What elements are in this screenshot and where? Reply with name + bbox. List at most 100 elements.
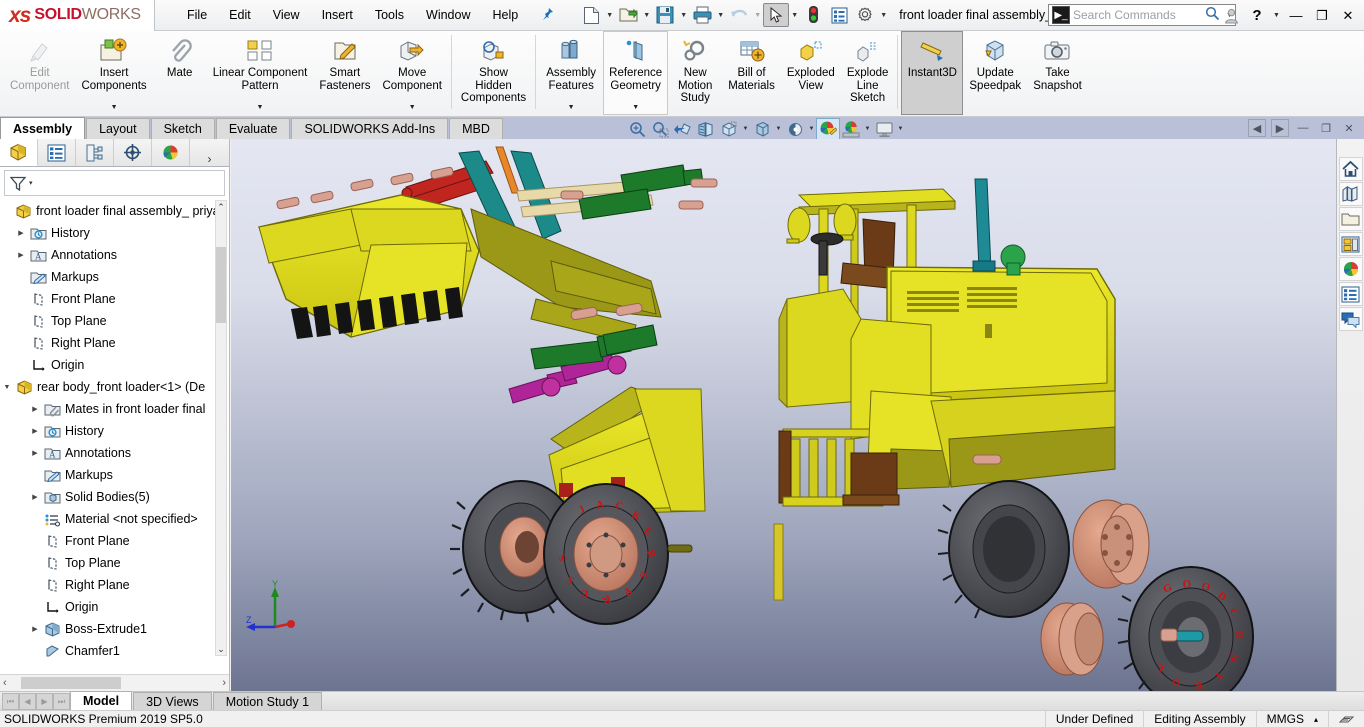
assembly-features-dropdown-icon[interactable]: ▼ (568, 104, 575, 114)
ribbon-instant3d[interactable]: Instant3D (901, 31, 963, 115)
previous-view-icon[interactable] (672, 119, 694, 139)
help-button[interactable]: ? (1245, 3, 1269, 29)
tree-node-origin-2[interactable]: Origin (0, 596, 229, 618)
display-style-caret-icon[interactable]: ▼ (774, 119, 783, 139)
undo-arrow-icon[interactable] (726, 3, 752, 27)
ribbon-bill-of-materials[interactable]: Bill of Materials (722, 31, 781, 115)
restore-button[interactable]: ❐ (1310, 3, 1334, 29)
tree-node-markups[interactable]: Markups (0, 266, 229, 288)
tree-expander[interactable]: ▶ (28, 625, 42, 633)
bottom-tab-motion-study[interactable]: Motion Study 1 (213, 692, 322, 710)
ribbon-smart-fasteners[interactable]: Smart Fasteners (313, 31, 376, 115)
tree-hscroll-left-icon[interactable]: ‹ (3, 677, 7, 689)
grip-icon[interactable] (1328, 711, 1364, 727)
ribbon-exploded-view[interactable]: Exploded View (781, 31, 841, 115)
options-caret-icon[interactable]: ▼ (878, 3, 889, 27)
tree-expander[interactable]: ▶ (14, 251, 28, 259)
ribbon-show-hidden-components[interactable]: Show Hidden Components (455, 31, 532, 115)
tab-layout[interactable]: Layout (86, 118, 150, 139)
feature-tree-icon[interactable] (0, 139, 38, 166)
section-view-icon[interactable] (695, 119, 717, 139)
library-icon[interactable] (1339, 182, 1363, 206)
tree-expander[interactable]: ▶ (28, 405, 42, 413)
tree-expander[interactable]: ▶ (28, 427, 42, 435)
tree-node-front-plane-2[interactable]: Front Plane (0, 530, 229, 552)
property-manager-icon[interactable] (38, 139, 76, 166)
display-manager-icon[interactable] (152, 139, 190, 166)
cursor-arrow-icon[interactable] (763, 3, 789, 27)
properties-list-icon[interactable] (826, 3, 852, 27)
ribbon-reference-geometry[interactable]: Reference Geometry ▼ (603, 31, 668, 115)
help-caret-icon[interactable]: ▼ (1271, 4, 1282, 28)
ribbon-take-snapshot[interactable]: Take Snapshot (1027, 31, 1088, 115)
tree-node-material[interactable]: Material <not specified> (0, 508, 229, 530)
display-style-icon[interactable] (751, 119, 773, 139)
ribbon-new-motion-study[interactable]: New Motion Study (668, 31, 722, 115)
forum-icon[interactable] (1339, 307, 1363, 331)
menu-edit[interactable]: Edit (219, 4, 261, 26)
dimxpert-icon[interactable] (114, 139, 152, 166)
tree-scroll-thumb[interactable] (216, 247, 226, 323)
ribbon-insert-components[interactable]: Insert Components ▼ (75, 31, 152, 115)
floppy-save-icon[interactable] (652, 3, 678, 27)
tab-mbd[interactable]: MBD (449, 118, 503, 139)
view-orientation-icon[interactable] (718, 119, 740, 139)
ribbon-explode-line-sketch[interactable]: Explode Line Sketch (841, 31, 895, 115)
tree-expander[interactable]: ▶ (28, 449, 42, 457)
close-doc-button[interactable]: ✕ (1340, 119, 1358, 137)
previous-doc-button[interactable]: ◀ (1248, 119, 1266, 137)
graphics-viewport[interactable]: J A C K E R S P R E S S (231, 139, 1336, 691)
tree-node-origin[interactable]: Origin (0, 354, 229, 376)
tree-node-history[interactable]: ▶ History (0, 222, 229, 244)
view-orientation-caret-icon[interactable]: ▼ (741, 119, 750, 139)
hide-show-caret-icon[interactable]: ▼ (807, 119, 816, 139)
bottom-tab-3d-views[interactable]: 3D Views (133, 692, 212, 710)
custom-properties-icon[interactable] (1339, 282, 1363, 306)
appearances-icon[interactable] (1339, 257, 1363, 281)
tree-hscroll-thumb[interactable] (21, 677, 121, 689)
menu-insert[interactable]: Insert (312, 4, 363, 26)
user-account-icon[interactable] (1219, 3, 1243, 29)
folder-icon[interactable] (1339, 207, 1363, 231)
tree-node-right-plane-2[interactable]: Right Plane (0, 574, 229, 596)
save-caret-icon[interactable]: ▼ (678, 3, 689, 27)
tree-scroll-down-icon[interactable]: ⌄ (215, 642, 227, 656)
zoom-area-icon[interactable] (649, 119, 671, 139)
ribbon-move-component[interactable]: Move Component ▼ (376, 31, 447, 115)
tree-expander[interactable]: ▶ (14, 229, 28, 237)
printer-icon[interactable] (689, 3, 715, 27)
gear-icon[interactable] (852, 3, 878, 27)
tab-solidworks-add-ins[interactable]: SOLIDWORKS Add-Ins (291, 118, 448, 139)
assembly-model-3d[interactable]: J A C K E R S P R E S S (231, 139, 1336, 691)
tree-horizontal-scrollbar[interactable]: ‹ › (0, 674, 229, 691)
ribbon-linear-component-pattern[interactable]: Linear Component Pattern ▼ (207, 31, 314, 115)
open-folder-icon[interactable] (615, 3, 641, 27)
tree-node-rear-body[interactable]: ▼ rear body_front loader<1> (De (0, 376, 229, 398)
status-units[interactable]: MMGS (1256, 711, 1314, 727)
tree-scroll-up-icon[interactable]: ⌃ (215, 200, 227, 214)
nav-first-button[interactable]: ⏮ (2, 693, 19, 710)
undo-caret-icon[interactable]: ▼ (752, 3, 763, 27)
tree-node-chamfer[interactable]: Chamfer1 (0, 640, 229, 662)
view-palette-icon[interactable] (1339, 232, 1363, 256)
insert-components-dropdown-icon[interactable]: ▼ (111, 104, 118, 114)
select-caret-icon[interactable]: ▼ (789, 3, 800, 27)
nav-prev-button[interactable]: ◀ (19, 693, 36, 710)
appearance-icon[interactable] (817, 119, 839, 139)
menu-tools[interactable]: Tools (365, 4, 414, 26)
minimize-button[interactable]: — (1284, 3, 1308, 29)
menu-view[interactable]: View (263, 4, 310, 26)
tree-vertical-scrollbar[interactable] (215, 200, 227, 656)
menu-file[interactable]: File (177, 4, 217, 26)
tree-node-markups-2[interactable]: Markups (0, 464, 229, 486)
tree-node-solid-bodies[interactable]: ▶ Solid Bodies(5) (0, 486, 229, 508)
nav-last-button[interactable]: ⏭ (53, 693, 70, 710)
traffic-light-icon[interactable] (800, 3, 826, 27)
tree-node-right-plane[interactable]: Right Plane (0, 332, 229, 354)
filter-caret-icon[interactable]: ▾ (29, 179, 33, 187)
search-commands-box[interactable]: ▶_ Search Commands ▼ (1048, 4, 1236, 26)
new-file-icon[interactable] (578, 3, 604, 27)
tree-node-mates[interactable]: ▶ Mates in front loader final (0, 398, 229, 420)
scene-caret-icon[interactable]: ▼ (863, 119, 872, 139)
tree-filter-bar[interactable]: ▾ (4, 170, 225, 196)
